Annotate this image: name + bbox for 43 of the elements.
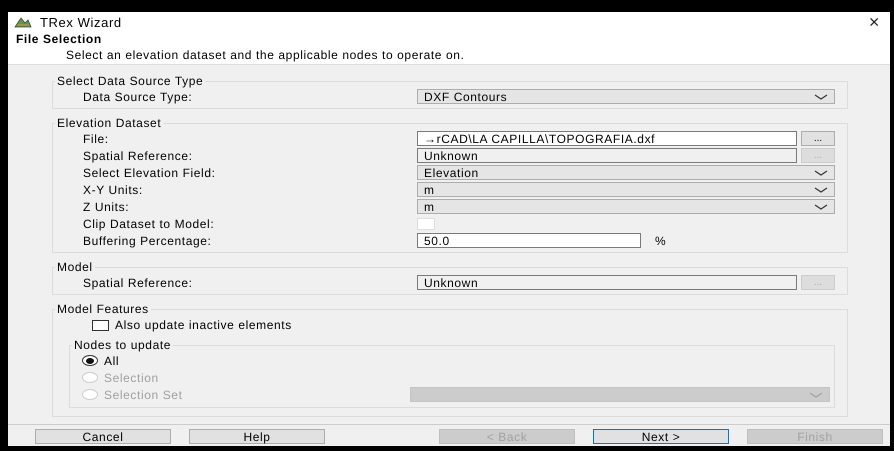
dialog-button[interactable]: Help [189,429,325,444]
dropdown[interactable]: DXF Contours [417,89,835,104]
input-field[interactable]: →rCAD\LA CAPILLA\TOPOGRAFIA.dxf [417,131,797,146]
unit-label: % [655,234,666,248]
checkbox-label: Also update inactive elements [115,318,292,332]
chevron-icon [814,94,828,100]
radio-label: Selection Set [104,388,183,402]
input-field[interactable]: 50.0 [417,233,641,248]
dialog-button[interactable]: Cancel [35,429,171,444]
group-title: Select Data Source Type [56,74,204,88]
field-label: Spatial Reference: [83,276,194,290]
field-label: Clip Dataset to Model: [83,216,216,230]
checkbox[interactable] [92,320,109,330]
field-label: Buffering Percentage: [83,234,212,248]
close-icon[interactable]: × [858,15,890,29]
readonly-field[interactable]: Unknown [417,275,797,290]
field-label: File: [83,132,110,146]
page-title: File Selection [15,32,103,46]
readonly-field[interactable]: Unknown [417,148,797,163]
field-label: Spatial Reference: [83,148,194,162]
chevron-icon [809,392,823,398]
group-title: Model Features [56,302,150,316]
chevron-icon [814,170,828,176]
group-title: Elevation Dataset [56,116,162,130]
group-title: Model [56,260,94,274]
dialog-button[interactable]: Next > [593,429,729,444]
page-subtitle: Select an elevation dataset and the applicable nodes to operate on. [65,48,466,62]
window-title: TRex Wizard [40,14,123,30]
chevron-icon [814,186,828,192]
browse-button[interactable]: ... [801,131,835,146]
dropdown[interactable]: m [417,199,835,214]
radio-label: Selection [104,370,159,384]
field-label: X-Y Units: [83,182,144,196]
app-icon [14,16,32,28]
group-title: Nodes to update [73,338,172,352]
field-label: Z Units: [83,200,130,214]
field-label: Data Source Type: [83,90,194,104]
dropdown[interactable]: Elevation [417,165,835,180]
radio-label: All [104,354,120,368]
dropdown[interactable]: m [417,182,835,197]
radio-button[interactable] [82,355,98,366]
field-label: Select Elevation Field: [83,166,217,180]
chevron-icon [814,204,828,210]
